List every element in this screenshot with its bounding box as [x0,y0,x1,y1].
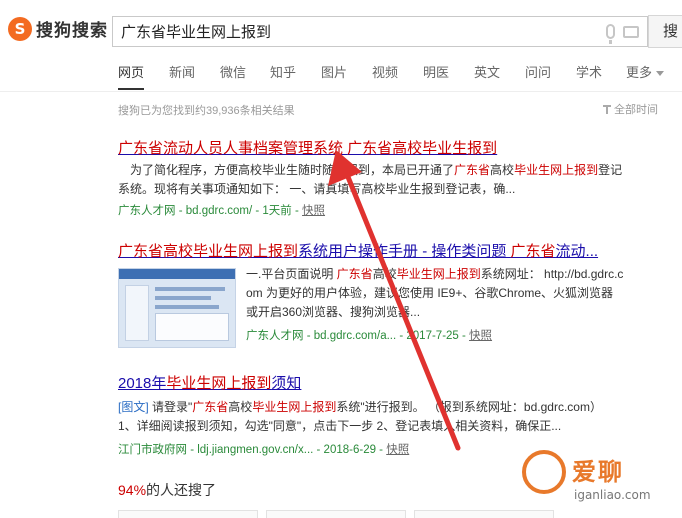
snippet-line: om 为更好的用户体验，建议您使用 IE9+、谷歌Chrome、火狐浏览器 [246,286,614,300]
tab-medical[interactable]: 明医 [423,62,449,81]
snippet-line: 一.平台页面说明 广东省高校毕业生网上报到系统网址： http://bd.gdr… [246,265,646,284]
snippet-text: 一.平台页面说明 [246,267,337,281]
title-highlight: 广东省高校毕业生网上报到 [118,243,299,260]
snippet-text: 为了简化程序，方便高校毕业生随时随地报到，本局已开通了 [130,163,455,177]
snippet-highlight: 广东省 [336,267,373,281]
title-text: 2018年 [118,375,167,392]
thumb-line [155,296,211,300]
result-1-meta: 广东人才网 - bd.gdrc.com/ - 1天前 - 快照 [118,202,325,218]
time-filter-label: 全部时间 [614,104,658,116]
thumb-line [155,287,225,291]
time-filter[interactable]: 全部时间 [603,101,658,117]
tab-wenwen[interactable]: 问问 [525,62,551,81]
snippet-text: 系统网址： http://bd.gdrc.c [480,267,624,281]
result-2-thumbnail[interactable] [118,268,236,348]
image-text-tag: [图文] [118,400,149,414]
also-searched-label: 的人还搜了 [146,482,217,498]
result-2-title[interactable]: 广东省高校毕业生网上报到系统用户操作手册 - 操作类问题 广东省流动... [118,240,598,261]
also-searched-heading: 94%的人还搜了 [118,480,216,500]
tab-wechat[interactable]: 微信 [220,62,246,81]
snippet-text: 高校 [228,400,253,414]
result-2-meta: 广东人才网 - bd.gdrc.com/a... - 2017-7-25 - 快… [246,327,492,343]
result-3-snippet: [图文] 请登录"广东省高校毕业生网上报到系统"进行报到。 （报到系统网址：bd… [118,398,658,436]
result-3-title[interactable]: 2018年毕业生网上报到须知 [118,372,301,393]
active-tab-underline [118,88,144,90]
result-1-snippet: 为了简化程序，方便高校毕业生随时随地报到，本局已开通了广东省高校毕业生网上报到登… [118,161,638,199]
tab-zhihu[interactable]: 知乎 [270,62,296,81]
search-input[interactable] [113,17,647,46]
thumb-header-bar [119,269,235,279]
tab-english[interactable]: 英文 [474,62,500,81]
chevron-down-icon [656,71,665,77]
tab-web[interactable]: 网页 [118,62,144,81]
filter-icon [603,105,611,114]
title-highlight: 毕业生网上报到 [166,375,272,392]
result-source[interactable]: 江门市政府网 - ldj.jiangmen.gov.cn/x... - 2018… [118,444,386,456]
result-count: 搜狗已为您找到约39,936条相关结果 [118,105,295,117]
title-highlight: 广东省 [510,243,556,260]
tab-more-label: 更多 [626,65,653,80]
title-text: 流动... [555,243,599,260]
watermark: 爱聊 iganliao.com [512,448,682,518]
camera-icon[interactable] [623,26,639,38]
snippet-line: [图文] 请登录"广东省高校毕业生网上报到系统"进行报到。 （报到系统网址：bd… [118,398,658,417]
snippet-line: 或开启360浏览器、搜狗浏览器... [246,305,421,319]
thumb-box [155,313,229,341]
snapshot-link[interactable]: 快照 [386,444,409,456]
snippet-text: 真填写高校毕业生报到登记表，确... [325,182,516,196]
tab-scholar[interactable]: 学术 [576,62,602,81]
snippet-line: 1、详细阅读报到须知，勾选"同意"，点击下一步 2、登记表填入相关资料，确保正.… [118,419,562,433]
snippet-text: 系统"进行报到。 （报到系统网址：bd.gdrc.com） [336,400,602,414]
snippet-text: 系统。现将有关事项通知如下： 一、请 [118,182,326,196]
watermark-logo-icon [522,450,566,494]
result-2-snippet: 一.平台页面说明 广东省高校毕业生网上报到系统网址： http://bd.gdr… [246,265,646,322]
title-text: 系统用户 [298,243,359,260]
snippet-text: 高校 [372,267,397,281]
snippet-text: 请登录" [148,400,193,414]
search-button[interactable]: 搜 [648,15,682,48]
title-highlight: 广东省高校毕业生报到 [347,140,498,157]
snippet-line: 系统。现将有关事项通知如下： 一、请真填写高校毕业生报到登记表，确... [118,180,638,199]
sogou-logo-icon: S [8,16,32,41]
divider [0,91,682,92]
snippet-highlight: 毕业生网上报到 [252,400,337,414]
microphone-icon[interactable] [606,24,615,44]
related-search-chip[interactable] [266,510,406,518]
title-text: 须知 [271,375,302,392]
watermark-brand: 爱聊 [572,458,624,486]
snippet-line: 为了简化程序，方便高校毕业生随时随地报到，本局已开通了广东省高校毕业生网上报到登… [118,161,638,180]
snippet-highlight: 广东省 [192,400,229,414]
snippet-highlight: 毕业生网上报到 [514,163,599,177]
watermark-url: iganliao.com [574,488,651,502]
result-source[interactable]: 广东人才网 - bd.gdrc.com/ - 1天前 - [118,205,302,217]
snippet-highlight: 毕业生网上报到 [396,267,481,281]
result-source[interactable]: 广东人才网 - bd.gdrc.com/a... - 2017-7-25 - [246,330,469,342]
snippet-text: 登记 [598,163,623,177]
result-3-meta: 江门市政府网 - ldj.jiangmen.gov.cn/x... - 2018… [118,441,409,457]
sogou-logo[interactable]: S 搜狗搜索 [8,16,108,41]
logo-text: 搜狗搜索 [36,21,108,40]
related-search-chip[interactable] [118,510,258,518]
title-text: 操作手册 - 操作类问题 [358,243,511,260]
tab-news[interactable]: 新闻 [169,62,195,81]
snapshot-link[interactable]: 快照 [469,330,492,342]
snippet-highlight: 广东省 [454,163,491,177]
tab-images[interactable]: 图片 [321,62,347,81]
also-searched-percent: 94% [118,482,147,498]
snippet-text: 高校 [490,163,515,177]
thumb-sidebar [125,285,149,341]
search-box[interactable] [112,16,648,47]
snapshot-link[interactable]: 快照 [302,205,325,217]
title-highlight: 广东省流动人员人事档案管理系统 [118,140,348,157]
result-1-title[interactable]: 广东省流动人员人事档案管理系统 广东省高校毕业生报到 [118,137,497,158]
tab-video[interactable]: 视频 [372,62,398,81]
tab-more[interactable]: 更多 [626,62,665,81]
thumb-line [155,305,219,309]
